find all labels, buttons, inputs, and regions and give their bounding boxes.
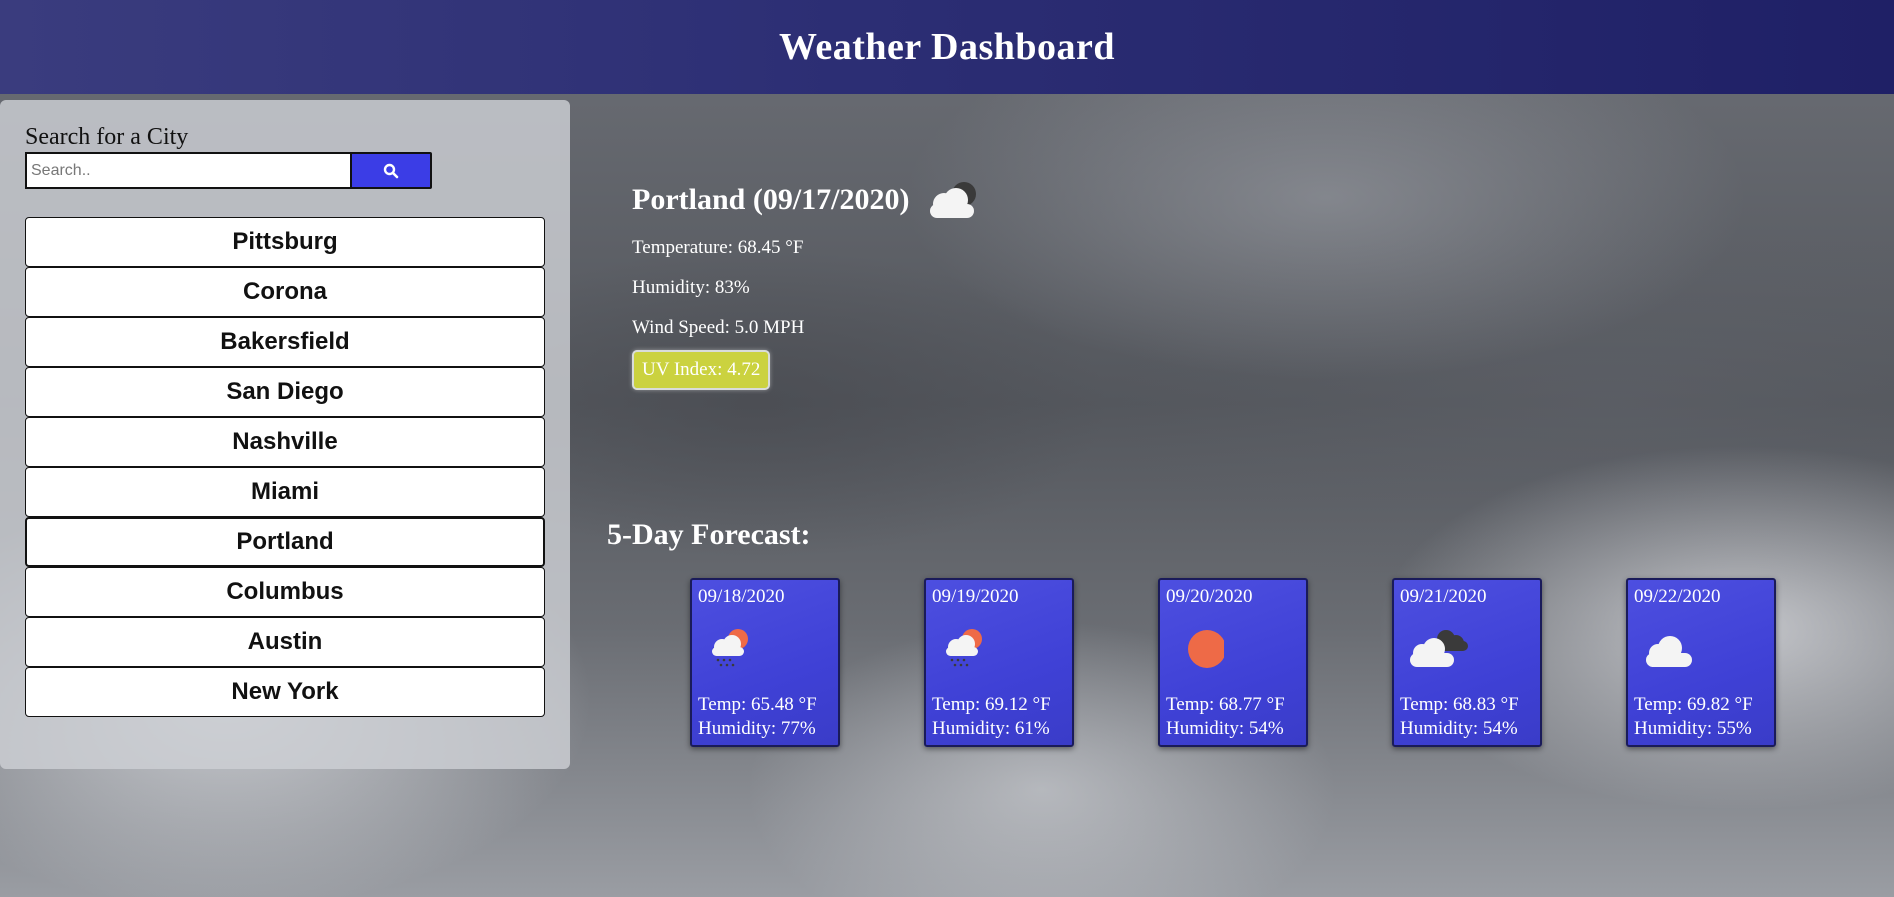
search-icon	[383, 163, 399, 178]
current-weather: Portland (09/17/2020) Temperature: 68.45…	[632, 172, 982, 390]
city-button-corona[interactable]: Corona	[25, 267, 545, 317]
cloud-icon	[1646, 636, 1692, 667]
forecast-card: 09/22/2020 Temp: 69.82 °F Humidity: 55%	[1626, 578, 1776, 747]
forecast-date: 09/20/2020	[1166, 586, 1253, 607]
forecast-humidity: Humidity: 54%	[1166, 718, 1284, 739]
current-temperature: Temperature: 68.45 °F	[632, 237, 804, 258]
city-button-pittsburg[interactable]: Pittsburg	[25, 217, 545, 267]
current-humidity: Humidity: 83%	[632, 277, 750, 298]
search-input[interactable]	[25, 152, 356, 189]
forecast-card: 09/18/2020 Temp: 65.48 °F Humidity: 77%	[690, 578, 840, 747]
search-button[interactable]	[350, 152, 432, 189]
forecast-title: 5-Day Forecast:	[607, 518, 811, 551]
forecast-humidity: Humidity: 77%	[698, 718, 816, 739]
city-button-san-diego[interactable]: San Diego	[25, 367, 545, 417]
header: Weather Dashboard	[0, 0, 1894, 94]
broken-clouds-icon	[1410, 630, 1468, 667]
current-city-title: Portland (09/17/2020)	[632, 183, 910, 216]
city-button-new-york[interactable]: New York	[25, 667, 545, 717]
city-button-austin[interactable]: Austin	[25, 617, 545, 667]
current-title-row: Portland (09/17/2020)	[632, 172, 982, 228]
forecast-temp: Temp: 68.77 °F	[1166, 694, 1285, 715]
forecast-date: 09/22/2020	[1634, 586, 1721, 607]
forecast-temp: Temp: 68.83 °F	[1400, 694, 1519, 715]
rain-sun-icon	[946, 629, 982, 667]
forecast-temp: Temp: 69.12 °F	[932, 694, 1051, 715]
sun-icon	[1188, 630, 1224, 668]
forecast-date: 09/21/2020	[1400, 586, 1487, 607]
search-history-list: Pittsburg Corona Bakersfield San Diego N…	[25, 217, 545, 717]
forecast-temp: Temp: 69.82 °F	[1634, 694, 1753, 715]
forecast-humidity: Humidity: 61%	[932, 718, 1050, 739]
forecast-date: 09/19/2020	[932, 586, 1019, 607]
forecast-temp: Temp: 65.48 °F	[698, 694, 817, 715]
city-button-nashville[interactable]: Nashville	[25, 417, 545, 467]
city-button-miami[interactable]: Miami	[25, 467, 545, 517]
forecast-card: 09/19/2020 Temp: 69.12 °F Humidity: 61%	[924, 578, 1074, 747]
forecast-date: 09/18/2020	[698, 586, 785, 607]
search-label: Search for a City	[25, 124, 189, 150]
city-button-portland[interactable]: Portland	[25, 517, 545, 567]
page-title: Weather Dashboard	[778, 26, 1116, 68]
forecast-card: 09/21/2020 Temp: 68.83 °F Humidity: 54%	[1392, 578, 1542, 747]
city-button-bakersfield[interactable]: Bakersfield	[25, 317, 545, 367]
city-button-columbus[interactable]: Columbus	[25, 567, 545, 617]
forecast-humidity: Humidity: 55%	[1634, 718, 1752, 739]
forecast-humidity: Humidity: 54%	[1400, 718, 1518, 739]
partly-cloudy-night-icon	[929, 182, 976, 218]
uv-index-badge: UV Index: 4.72	[632, 350, 771, 390]
forecast-card: 09/20/2020 Temp: 68.77 °F Humidity: 54%	[1158, 578, 1308, 747]
sidebar: Search for a City Pittsburg Corona Baker…	[0, 100, 570, 769]
rain-sun-icon	[712, 629, 748, 667]
current-wind-speed: Wind Speed: 5.0 MPH	[632, 317, 805, 338]
